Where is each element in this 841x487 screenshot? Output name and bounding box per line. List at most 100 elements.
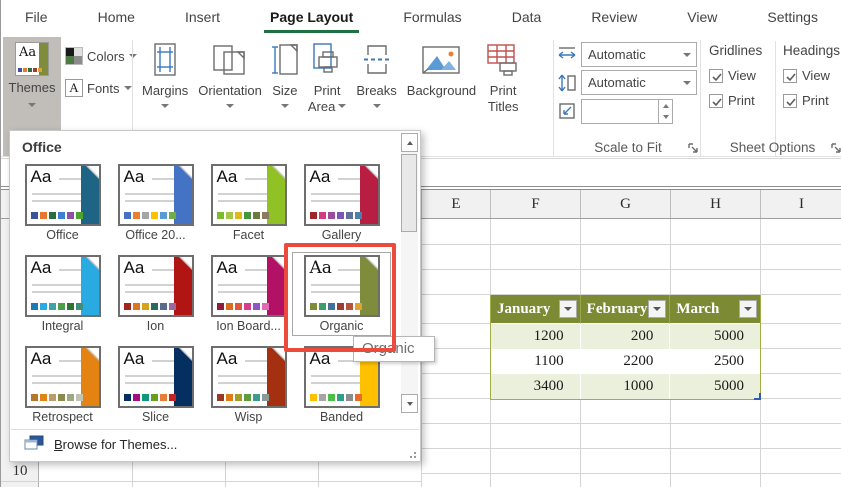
print-titles-button[interactable]: Print Titles [481, 37, 525, 116]
scale-to-fit-label: Scale to Fit [594, 140, 662, 155]
cell[interactable]: 1100 [491, 349, 581, 374]
table-row: 1100 2200 2500 [491, 349, 760, 374]
gridlines-view-checkbox[interactable]: View [709, 68, 762, 83]
theme-item-office-2007[interactable]: Aa Office 20... [109, 164, 202, 242]
cell[interactable]: 5000 [670, 374, 760, 399]
scroll-up-button[interactable] [401, 133, 418, 152]
theme-color-swatch [354, 394, 362, 401]
theme-item-retrospect[interactable]: Aa Retrospect [16, 346, 109, 424]
dialog-launcher-icon[interactable] [687, 141, 699, 153]
table-resize-handle[interactable] [754, 393, 761, 400]
row-header-10[interactable]: 10 [1, 461, 39, 481]
theme-thumbnail: Aa [117, 164, 194, 226]
cell[interactable]: 5000 [670, 324, 760, 349]
cell[interactable]: 200 [580, 324, 671, 349]
tab-file[interactable]: File [25, 0, 48, 34]
theme-color-swatch [168, 394, 176, 401]
column-header-i[interactable]: I [760, 190, 841, 218]
filter-button[interactable] [648, 300, 667, 318]
scroll-down-button[interactable] [401, 394, 418, 413]
table-header-january[interactable]: January [491, 295, 581, 324]
theme-color-swatch [123, 212, 131, 219]
theme-color-swatch [168, 303, 176, 310]
headings-label: Headings [783, 43, 841, 58]
dialog-launcher-icon[interactable] [830, 141, 841, 153]
tab-review[interactable]: Review [591, 0, 637, 34]
theme-color-swatch [141, 303, 149, 310]
tab-settings[interactable]: Settings [767, 0, 818, 34]
table-row: 3400 1000 5000 [491, 374, 760, 399]
theme-color-swatch [309, 212, 317, 219]
background-button[interactable]: Background [402, 37, 481, 116]
colors-button[interactable]: Colors [65, 44, 137, 68]
headings-print-checkbox[interactable]: Print [783, 93, 840, 108]
theme-color-swatch [345, 212, 353, 219]
breaks-button[interactable]: Breaks [351, 37, 401, 116]
breaks-icon [363, 39, 391, 81]
tab-page-layout[interactable]: Page Layout [264, 0, 360, 34]
theme-item-integral[interactable]: Aa Integral [16, 255, 109, 333]
spinner-arrows[interactable] [658, 100, 672, 123]
size-button[interactable]: Size [267, 37, 303, 116]
gridlines-print-checkbox[interactable]: Print [709, 93, 762, 108]
theme-color-swatch [48, 303, 56, 310]
sheet-options-label: Sheet Options [729, 140, 816, 155]
theme-thumbnail: Aa [24, 255, 101, 317]
table-header-february[interactable]: February [580, 295, 671, 324]
column-header-h[interactable]: H [670, 190, 760, 218]
scale-width-select[interactable]: Automatic [581, 42, 697, 67]
cell[interactable]: 1000 [580, 374, 671, 399]
theme-color-swatch [243, 303, 251, 310]
theme-color-swatch [252, 303, 260, 310]
cell[interactable]: 2500 [670, 349, 760, 374]
print-area-button[interactable]: Print Area [303, 37, 351, 116]
theme-color-swatch [336, 212, 344, 219]
menu-separator [11, 429, 419, 430]
excel-window: File Home Insert Page Layout Formulas Da… [0, 0, 841, 487]
theme-color-swatch [225, 303, 233, 310]
column-header-f[interactable]: F [490, 190, 580, 218]
scale-spinner[interactable] [581, 99, 673, 124]
theme-item-facet[interactable]: Aa Facet [202, 164, 295, 242]
resize-grip-icon[interactable] [408, 450, 416, 458]
orientation-button[interactable]: Orientation [193, 37, 267, 116]
height-icon [557, 73, 577, 93]
theme-item-slice[interactable]: Aa Slice [109, 346, 202, 424]
cell[interactable]: 1200 [491, 324, 581, 349]
scale-to-fit-group: Automatic Automatic Scale to Fit [557, 37, 699, 157]
table-header-row: January February March [491, 295, 760, 324]
theme-item-gallery[interactable]: Aa Gallery [295, 164, 388, 242]
theme-color-swatch [30, 394, 38, 401]
tab-home[interactable]: Home [98, 0, 135, 34]
tab-formulas[interactable]: Formulas [403, 0, 461, 34]
theme-thumbnail: Aa [117, 346, 194, 408]
headings-view-checkbox[interactable]: View [783, 68, 840, 83]
margins-button[interactable]: Margins [137, 37, 193, 116]
column-header-e[interactable]: E [421, 190, 490, 218]
theme-color-swatch [234, 303, 242, 310]
theme-item-office[interactable]: Aa Office [16, 164, 109, 242]
cell[interactable]: 2200 [580, 349, 671, 374]
scrollbar-thumb[interactable] [401, 154, 417, 232]
theme-color-swatch [75, 212, 83, 219]
scale-height-select[interactable]: Automatic [581, 70, 697, 95]
gallery-scrollbar[interactable] [401, 133, 418, 413]
tab-data[interactable]: Data [512, 0, 542, 34]
filter-button[interactable] [558, 300, 577, 318]
fonts-label: Fonts [87, 80, 120, 96]
tab-insert[interactable]: Insert [185, 0, 220, 34]
browse-for-themes-item[interactable]: Browse for Themes... [24, 435, 177, 454]
fonts-button[interactable]: A Fonts [65, 76, 132, 100]
cell[interactable]: 3400 [491, 374, 581, 399]
theme-thumbnail: Aa [210, 164, 287, 226]
table-header-march[interactable]: March [670, 295, 760, 324]
column-header-g[interactable]: G [580, 190, 670, 218]
size-icon [271, 39, 298, 81]
theme-item-ion-boardroom[interactable]: Aa Ion Board... [202, 255, 295, 333]
themes-icon: Aa [15, 42, 49, 76]
theme-item-ion[interactable]: Aa Ion [109, 255, 202, 333]
theme-item-wisp[interactable]: Aa Wisp [202, 346, 295, 424]
filter-button[interactable] [739, 300, 757, 318]
chevron-down-icon [161, 104, 170, 108]
tab-view[interactable]: View [687, 0, 717, 34]
